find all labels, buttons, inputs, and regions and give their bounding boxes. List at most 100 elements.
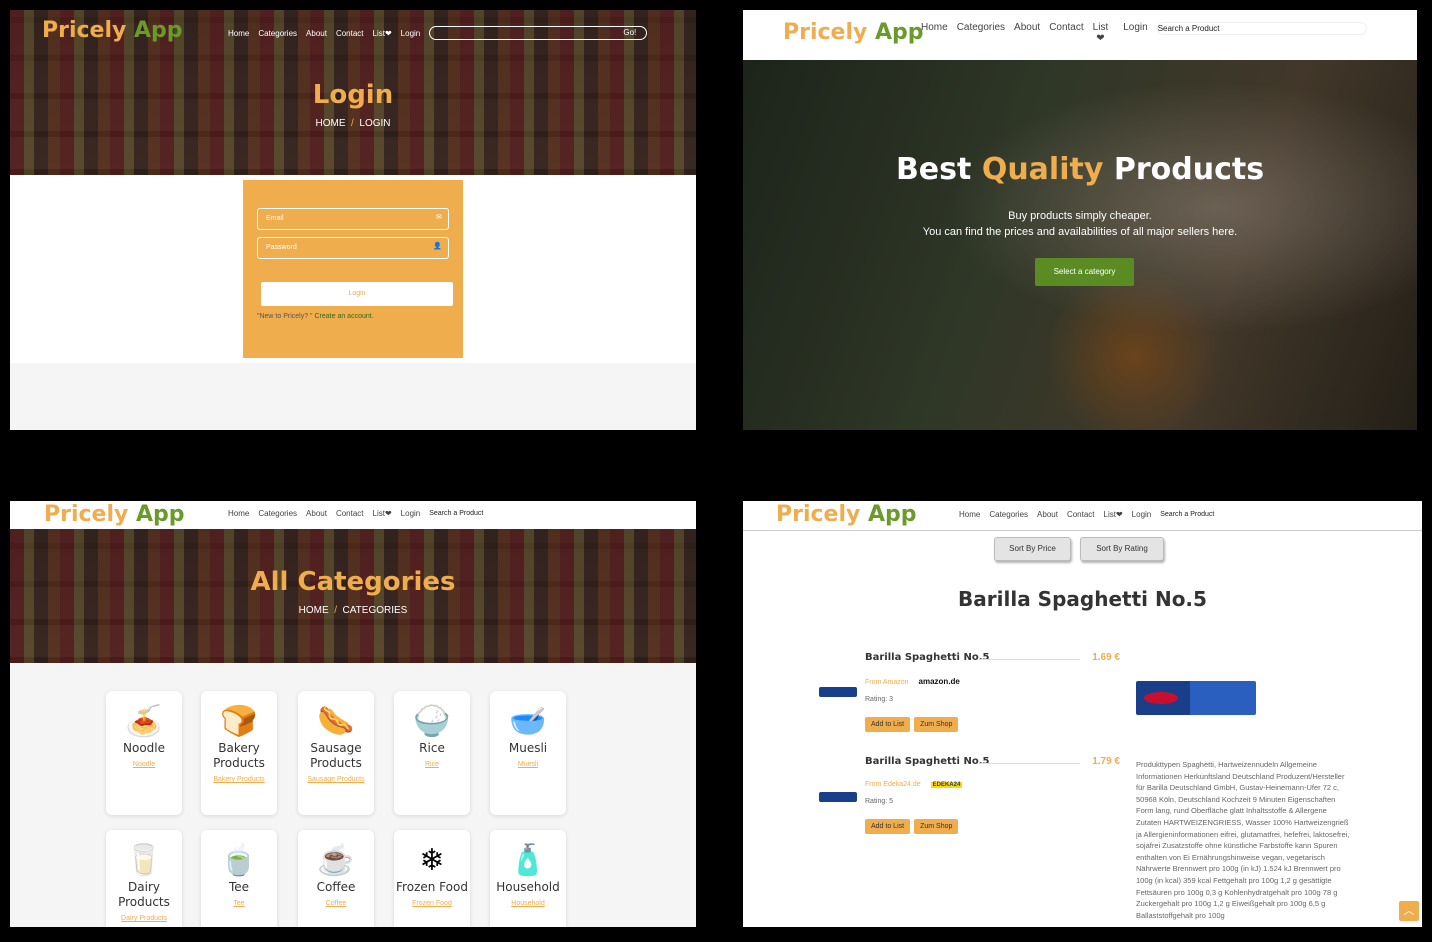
category-card[interactable]: 🍞 Bakery Products Bakery Products xyxy=(201,691,277,815)
add-to-list-button[interactable]: Add to List xyxy=(865,819,911,834)
category-name: Sausage Products xyxy=(310,741,362,770)
category-link[interactable]: Noodle xyxy=(106,759,182,770)
category-link[interactable]: Frozen Food xyxy=(394,898,470,909)
create-account-link[interactable]: Create an account. xyxy=(315,313,374,320)
scroll-to-top-button[interactable]: ︿ xyxy=(1399,901,1419,921)
offer-seller-row: From Edeka24.de EDEKA24 xyxy=(865,781,1120,788)
brand-part2: App xyxy=(136,502,185,527)
category-card[interactable]: 🍵 Tee Tee xyxy=(201,830,277,927)
category-link[interactable]: Bakery Products xyxy=(201,774,277,785)
breadcrumb-separator: / xyxy=(351,118,354,129)
nav-about[interactable]: About xyxy=(1037,510,1058,519)
hero-subtitle: Buy products simply cheaper. You can fin… xyxy=(743,208,1417,240)
nav-categories[interactable]: Categories xyxy=(989,510,1028,519)
password-field[interactable]: Password 👤 xyxy=(257,237,449,259)
category-link[interactable]: Dairy Products xyxy=(106,913,182,924)
hero-banner: Best Quality Products Buy products simpl… xyxy=(743,60,1417,430)
shop-button[interactable]: Zum Shop xyxy=(914,717,959,732)
nav-home[interactable]: Home xyxy=(228,29,249,38)
category-link[interactable]: Muesli xyxy=(490,759,566,770)
nav-home[interactable]: Home xyxy=(959,510,980,519)
brand-part2: App xyxy=(875,20,924,45)
brand-part1: Pricely xyxy=(783,20,868,45)
nav-contact[interactable]: Contact xyxy=(1067,510,1095,519)
sort-by-rating-button[interactable]: Sort By Rating xyxy=(1080,537,1164,561)
nav-contact[interactable]: Contact xyxy=(336,29,364,38)
category-card[interactable]: ❄ Frozen Food Frozen Food xyxy=(394,830,470,927)
nav-categories[interactable]: Categories xyxy=(258,509,297,518)
nav-list[interactable]: List❤ xyxy=(373,509,392,518)
nav-login[interactable]: Login xyxy=(401,509,421,518)
hero-line1: Buy products simply cheaper. xyxy=(1008,210,1152,222)
nav-list[interactable]: List ❤ xyxy=(1093,22,1109,44)
category-link[interactable]: Household xyxy=(490,898,566,909)
category-card[interactable]: 🌭 Sausage Products Sausage Products xyxy=(298,691,374,815)
nav-list[interactable]: List❤ xyxy=(1104,510,1123,519)
offer-card: Barilla Spaghetti No.5 1.79 € From Edeka… xyxy=(865,756,1120,846)
category-card[interactable]: 🥛 Dairy Products Dairy Products xyxy=(106,830,182,927)
breadcrumb-current: LOGIN xyxy=(359,118,391,129)
offer-seller-row: From Amazon amazon.de xyxy=(865,677,1120,686)
category-link[interactable]: Coffee xyxy=(298,898,374,909)
nav-bar: Home Categories About Contact List ❤ Log… xyxy=(921,22,1367,44)
select-category-button[interactable]: Select a category xyxy=(1035,258,1134,286)
amazon-logo: amazon.de xyxy=(918,677,960,686)
signup-prompt: "New to Pricely? " Create an account. xyxy=(257,313,374,320)
search-input[interactable]: Search a Product xyxy=(429,510,639,517)
nav-login[interactable]: Login xyxy=(401,29,421,38)
nav-about[interactable]: About xyxy=(306,509,327,518)
household-icon: 🧴 xyxy=(509,844,547,877)
shop-button[interactable]: Zum Shop xyxy=(914,819,959,834)
nav-home[interactable]: Home xyxy=(921,22,948,33)
breadcrumb-home[interactable]: HOME xyxy=(315,118,345,129)
category-link[interactable]: Sausage Products xyxy=(298,774,374,785)
category-name: Noodle xyxy=(123,741,165,755)
nav-about[interactable]: About xyxy=(306,29,327,38)
noodle-icon: 🍝 xyxy=(125,705,163,738)
add-to-list-button[interactable]: Add to List xyxy=(865,717,911,732)
login-button[interactable]: Login xyxy=(261,282,453,306)
breadcrumb-home[interactable]: HOME xyxy=(299,605,329,616)
offer-seller: From Amazon xyxy=(865,679,909,686)
product-thumbnail xyxy=(819,792,857,802)
nav-login[interactable]: Login xyxy=(1123,22,1147,33)
brand-logo[interactable]: Pricely App xyxy=(44,502,185,527)
search-input[interactable]: Search a Product xyxy=(1160,511,1370,518)
nav-about[interactable]: About xyxy=(1014,22,1040,33)
nav-home[interactable]: Home xyxy=(228,509,249,518)
search-input[interactable]: Go! xyxy=(429,26,648,40)
sort-by-price-button[interactable]: Sort By Price xyxy=(994,537,1071,561)
offer-seller: From Edeka24.de xyxy=(865,781,921,788)
nav-list-label: List xyxy=(1092,22,1109,33)
brand-part2: App xyxy=(134,18,183,43)
offer-actions: Add to List Zum Shop xyxy=(865,815,1120,834)
nav-list[interactable]: List❤ xyxy=(373,29,392,38)
nav-categories[interactable]: Categories xyxy=(957,22,1005,33)
category-card[interactable]: 🍝 Noodle Noodle xyxy=(106,691,182,815)
category-link[interactable]: Tee xyxy=(201,898,277,909)
go-button[interactable]: Go! xyxy=(623,28,636,37)
category-name: Coffee xyxy=(316,880,356,894)
breadcrumb: HOME / LOGIN xyxy=(10,118,696,129)
nav-login[interactable]: Login xyxy=(1132,510,1152,519)
brand-logo[interactable]: Pricely App xyxy=(42,18,183,43)
category-name: Rice xyxy=(419,741,445,755)
category-link[interactable]: Rice xyxy=(394,759,470,770)
search-input[interactable]: Search a Product xyxy=(1156,22,1367,35)
brand-logo[interactable]: Pricely App xyxy=(783,20,924,45)
category-name: Bakery Products xyxy=(213,741,265,770)
category-card[interactable]: 🧴 Household Household xyxy=(490,830,566,927)
nav-categories[interactable]: Categories xyxy=(258,29,297,38)
nav-contact[interactable]: Contact xyxy=(1049,22,1083,33)
category-card[interactable]: 🍚 Rice Rice xyxy=(394,691,470,815)
category-card[interactable]: ☕ Coffee Coffee xyxy=(298,830,374,927)
tea-icon: 🍵 xyxy=(220,844,258,877)
email-field[interactable]: Email ✉ xyxy=(257,208,449,230)
category-card[interactable]: 🥣 Muesli Muesli xyxy=(490,691,566,815)
divider xyxy=(980,659,1080,660)
brand-logo[interactable]: Pricely App xyxy=(776,502,917,527)
login-form: Email ✉ Password 👤 Login "New to Pricely… xyxy=(243,180,463,358)
offer-rating: Rating: 3 xyxy=(865,696,894,703)
brand-part1: Pricely xyxy=(42,18,127,43)
nav-contact[interactable]: Contact xyxy=(336,509,364,518)
